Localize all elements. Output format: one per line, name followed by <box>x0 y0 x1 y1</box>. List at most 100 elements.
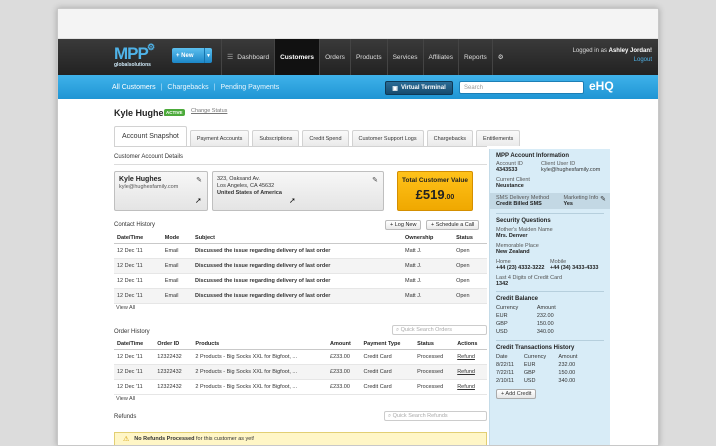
transactions-title: Credit Transactions History <box>496 345 575 351</box>
search-placeholder: Quick Search Refunds <box>392 413 448 419</box>
table-row[interactable]: 12 Dec '11 Email Discussed the issue regar… <box>114 288 487 304</box>
contact-card[interactable]: Kyle Hughes kyle@hughesfamily.com ✎ ➚ <box>114 171 208 211</box>
table-row[interactable]: 12 Dec '11 Email Discussed the issue regar… <box>114 258 487 274</box>
tab-chargebacks[interactable]: Chargebacks <box>426 130 474 146</box>
cell-datetime: 12 Dec '11 <box>114 288 162 304</box>
marketing-value: Yes <box>563 201 573 207</box>
tab-account-snapshot[interactable]: Account Snapshot <box>114 126 187 146</box>
chevron-down-icon[interactable]: ▼ <box>204 48 212 63</box>
search-input[interactable]: Search <box>459 81 584 94</box>
tab-entitlements[interactable]: Entitlements <box>476 130 521 146</box>
table-row[interactable]: 12 Dec '11 12322432 2 Products - Big Socks… <box>114 364 487 380</box>
nav-label: Affiliates <box>428 53 453 61</box>
pencil-icon[interactable]: ✎ <box>600 195 606 203</box>
logo[interactable]: MPP globalsolutions ⚙ <box>114 42 155 68</box>
tab-customer-support-logs[interactable]: Customer Support Logs <box>351 130 424 146</box>
table-row[interactable]: 12 Dec '11 12322432 2 Products - Big Socks… <box>114 379 487 395</box>
subnav-pending-payments[interactable]: Pending Payments <box>220 84 279 91</box>
cell-datetime: 12 Dec '11 <box>114 273 162 289</box>
cell-order-id-link[interactable]: 12322432 <box>154 379 193 395</box>
refund-link[interactable]: Refund <box>454 379 487 395</box>
app-window: MPP globalsolutions ⚙ + New ▼ ☰ Dashboard… <box>57 8 659 446</box>
nav-orders[interactable]: Orders <box>319 39 350 75</box>
cell-amount: 150.00 <box>558 370 576 376</box>
table-row[interactable]: 12 Dec '11 12322432 2 Products - Big Socks… <box>114 349 487 365</box>
virtual-terminal-button[interactable]: ▣ Virtual Terminal <box>385 81 453 95</box>
tab-payment-accounts[interactable]: Payment Accounts <box>189 130 250 146</box>
table-row[interactable]: 12 Dec '11 Email Discussed the issue regar… <box>114 243 487 259</box>
add-credit-button[interactable]: + Add Credit <box>496 389 537 399</box>
cell-ownership-link[interactable]: Matt J. <box>402 273 454 289</box>
sidebar-title: MPP Account Information <box>496 153 570 159</box>
schedule-call-button[interactable]: + Schedule a Call <box>426 220 480 230</box>
cell-subject-link[interactable]: Discussed the issue regarding delivery o… <box>192 288 402 304</box>
cell-subject-link[interactable]: Discussed the issue regarding delivery o… <box>192 273 402 289</box>
cell-subject-link[interactable]: Discussed the issue regarding delivery o… <box>192 258 402 274</box>
brand-logo: eHQ <box>589 79 614 93</box>
transactions-table: Date Currency Amount 8/22/11 EUR 232.00 7/22/… <box>496 353 588 385</box>
cell-date: 2/10/11 <box>496 378 514 384</box>
cell-ownership-link[interactable]: Matt J. <box>402 243 454 259</box>
balance-table: Currency Amount EUR 232.00 GBP 150.00 USD 340.… <box>496 304 572 336</box>
cell-amount: 340.00 <box>558 378 576 384</box>
login-info: Logged in as Ashley Jordan! Logout <box>573 47 652 65</box>
quick-search-refunds-input[interactable]: ⌕ Quick Search Refunds <box>384 411 487 421</box>
pencil-icon[interactable]: ✎ <box>196 176 202 184</box>
nav-services[interactable]: Services <box>386 39 423 75</box>
cell-subject-link[interactable]: Discussed the issue regarding delivery o… <box>192 243 402 259</box>
balance-title: Credit Balance <box>496 296 539 302</box>
tab-subscriptions[interactable]: Subscriptions <box>252 130 300 146</box>
address-card[interactable]: 323, Oaksand Av. Los Angeles, CA 45632 U… <box>212 171 384 211</box>
sms-marketing-row[interactable]: SMS Delivery Method Credit Billed SMS Mar… <box>490 193 610 209</box>
nav-products[interactable]: Products <box>349 39 387 75</box>
cell-amount: 340.00 <box>536 329 554 335</box>
settings-gear-icon[interactable]: ⚙ <box>491 39 509 75</box>
grid-icon: ☰ <box>227 54 234 61</box>
separator: | <box>160 83 163 91</box>
quick-search-orders-input[interactable]: ⌕ Quick Search Orders <box>392 325 487 335</box>
nav-reports[interactable]: Reports <box>457 39 492 75</box>
cell-status: Processed <box>414 349 455 365</box>
table-row: GBP 150.00 <box>496 320 572 328</box>
contact-view-all-link[interactable]: View All <box>116 305 135 311</box>
new-button[interactable]: + New ▼ <box>172 48 212 63</box>
col-mode: Mode <box>161 233 193 244</box>
log-new-button[interactable]: + Log New <box>385 220 422 230</box>
cell-order-id-link[interactable]: 12322432 <box>154 364 193 380</box>
cell-ownership-link[interactable]: Matt J. <box>402 288 454 304</box>
cell-status: Processed <box>414 364 455 380</box>
change-status-link[interactable]: Change Status <box>191 108 227 114</box>
tab-credit-spend[interactable]: Credit Spend <box>302 130 349 146</box>
order-history-title: Order History <box>114 329 150 335</box>
cell-products: 2 Products - Big Socks XXL for Bigfoot, … <box>192 364 328 380</box>
sub-navbar: All Customers | Chargebacks | Pending Pa… <box>58 75 658 99</box>
cell-ownership-link[interactable]: Matt J. <box>402 258 454 274</box>
order-view-all-link[interactable]: View All <box>116 396 135 402</box>
cell-currency: EUR <box>496 313 508 319</box>
col-currency: Currency <box>523 354 547 360</box>
cell-products: 2 Products - Big Socks XXL for Bigfoot, … <box>192 379 328 395</box>
cell-amount-link[interactable]: £233.00 <box>327 364 361 380</box>
cell-datetime: 12 Dec '11 <box>114 379 155 395</box>
contact-name: Kyle Hughes <box>119 176 162 183</box>
nav-customers[interactable]: Customers <box>274 39 320 75</box>
cell-date: 7/22/11 <box>496 370 514 376</box>
pencil-icon[interactable]: ✎ <box>372 176 378 184</box>
subnav-all-customers[interactable]: All Customers <box>112 84 156 91</box>
security-title: Security Questions <box>496 218 551 224</box>
logout-link[interactable]: Logout <box>573 56 652 65</box>
cell-order-id-link[interactable]: 12322432 <box>154 349 193 365</box>
col-datetime: Date/Time <box>114 339 155 350</box>
table-row[interactable]: 12 Dec '11 Email Discussed the issue regar… <box>114 273 487 289</box>
cell-amount-link[interactable]: £233.00 <box>327 349 361 365</box>
cursor-icon: ➚ <box>289 196 296 205</box>
divider <box>496 213 604 214</box>
cell-status: Open <box>453 288 487 304</box>
cell-amount: 232.00 <box>558 362 576 368</box>
refund-link[interactable]: Refund <box>454 349 487 365</box>
cell-amount-link[interactable]: £233.00 <box>327 379 361 395</box>
refund-link[interactable]: Refund <box>454 364 487 380</box>
nav-affiliates[interactable]: Affiliates <box>422 39 458 75</box>
nav-dashboard[interactable]: ☰ Dashboard <box>221 39 274 75</box>
subnav-chargebacks[interactable]: Chargebacks <box>167 84 208 91</box>
